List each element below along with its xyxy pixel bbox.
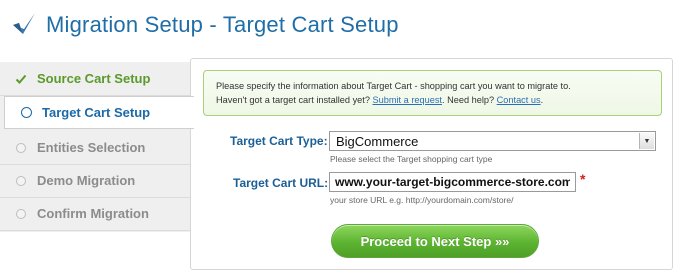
migration-logo-icon: [13, 13, 35, 34]
step-circle-icon: [15, 175, 27, 187]
step-label: Source Cart Setup: [37, 71, 151, 86]
cart-url-hint: your store URL e.g. http://yourdomain.co…: [330, 195, 514, 205]
step-circle-icon: [15, 208, 27, 220]
contact-us-link[interactable]: Contact us: [497, 95, 541, 105]
info-text: Please specify the information about Tar…: [216, 81, 571, 91]
cart-url-label: Target Cart URL:: [233, 176, 329, 190]
page-title: Migration Setup - Target Cart Setup: [46, 12, 399, 37]
cart-url-input[interactable]: [329, 172, 576, 192]
step-label: Target Cart Setup: [42, 105, 151, 120]
step-entities-selection[interactable]: Entities Selection: [0, 131, 190, 164]
cart-type-select[interactable]: BigCommerce ▼: [329, 131, 656, 151]
proceed-next-step-button[interactable]: Proceed to Next Step »»: [331, 224, 539, 258]
cart-type-hint: Please select the Target shopping cart t…: [330, 154, 493, 164]
info-help-line: Haven't got a target cart installed yet?…: [216, 95, 544, 105]
submit-request-link[interactable]: Submit a request: [373, 95, 442, 105]
target-cart-panel: Please specify the information about Tar…: [190, 58, 673, 270]
step-circle-icon: [15, 142, 27, 154]
step-label: Entities Selection: [37, 140, 146, 155]
header: Migration Setup - Target Cart Setup: [0, 0, 680, 50]
cart-type-value: BigCommerce: [336, 134, 419, 149]
info-box: Please specify the information about Tar…: [203, 70, 662, 116]
chevron-down-icon[interactable]: ▼: [639, 133, 654, 149]
step-label: Confirm Migration: [37, 206, 149, 221]
cart-type-label: Target Cart Type:: [230, 134, 328, 148]
step-demo-migration[interactable]: Demo Migration: [0, 164, 190, 197]
check-icon: [15, 73, 27, 85]
step-source-cart-setup[interactable]: Source Cart Setup: [0, 62, 190, 95]
required-mark: *: [580, 171, 586, 187]
steps-sidebar: Source Cart Setup Target Cart Setup Enti…: [0, 62, 194, 232]
step-confirm-migration[interactable]: Confirm Migration: [0, 197, 190, 230]
step-label: Demo Migration: [37, 173, 136, 188]
divider: [0, 230, 190, 231]
step-target-cart-setup[interactable]: Target Cart Setup: [4, 96, 194, 129]
active-step-circle-icon: [20, 107, 32, 119]
